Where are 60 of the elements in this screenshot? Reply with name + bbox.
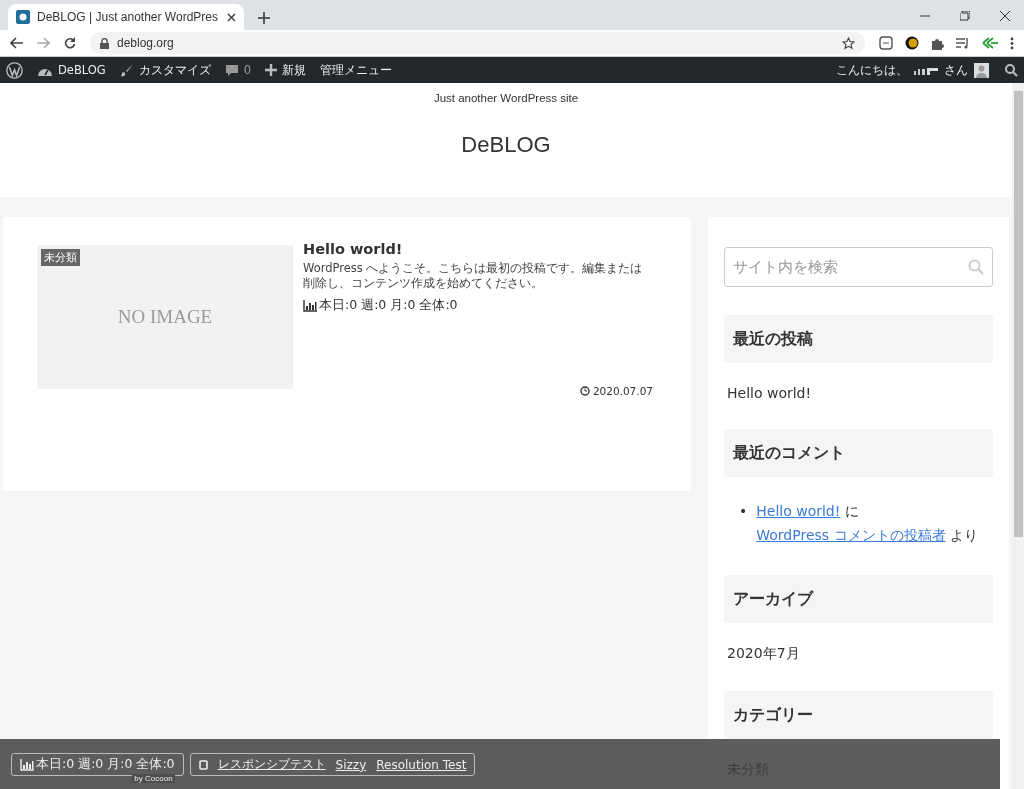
footer-link[interactable]: レスポンシブテスト xyxy=(217,756,326,773)
widget-link[interactable]: 2020年7月 xyxy=(727,645,800,663)
puzzle-icon[interactable] xyxy=(931,36,944,50)
back-arrow-icon[interactable] xyxy=(10,37,23,49)
leaf-extension-icon[interactable] xyxy=(982,37,998,49)
clock-icon xyxy=(579,386,590,396)
view-counts: 本日:0 週:0 月:0 全体:0 xyxy=(319,297,458,314)
wordpress-logo-icon[interactable] xyxy=(6,61,23,79)
avatar-icon[interactable] xyxy=(974,62,989,78)
site-favicon-icon xyxy=(16,10,30,24)
admin-bar-item[interactable]: カスタマイズ xyxy=(119,62,211,78)
post-card[interactable]: NO IMAGE 未分類 Hello world! WordPress へようこそ。こちらは最初の投稿です。編集または削除し、コンテンツ作成を始めてください。 本日:0 週:0 月:0 全体:0 2020.07.07 xyxy=(3,217,691,491)
new-tab-icon[interactable] xyxy=(258,12,270,24)
admin-bar-item[interactable]: 0 xyxy=(224,63,252,77)
bullet: • xyxy=(739,502,748,521)
playlist-icon[interactable] xyxy=(956,37,970,49)
lock-icon xyxy=(100,37,109,49)
no-image-placeholder[interactable]: NO IMAGE 未分類 xyxy=(37,245,293,389)
redacted-name-icon xyxy=(914,65,938,75)
recent-comment: Hello world! に WordPress コメントの投稿者 より xyxy=(756,502,979,545)
comment-link[interactable]: Hello world! xyxy=(756,503,841,519)
greeting-text: こんにちは、 xyxy=(836,62,908,78)
plus-icon xyxy=(265,64,278,76)
footer-link[interactable]: Sizzy xyxy=(335,757,367,772)
search-icon[interactable] xyxy=(1005,63,1018,77)
close-icon[interactable] xyxy=(1000,11,1010,21)
post-date: 2020.07.07 xyxy=(592,385,653,397)
scrollbar[interactable] xyxy=(1012,83,1024,789)
site-tagline: Just another WordPress site xyxy=(433,92,579,104)
honorific-text: さん xyxy=(944,62,968,78)
admin-bar-item[interactable]: DeBLOG xyxy=(37,63,106,77)
site-title[interactable]: DeBLOG xyxy=(461,132,551,158)
admin-bar-item[interactable]: 管理メニュー xyxy=(320,62,393,78)
search-field[interactable]: サイト内を検索 xyxy=(724,247,993,287)
more-menu-icon[interactable] xyxy=(1010,36,1014,50)
restore-icon[interactable] xyxy=(960,11,970,21)
comment-link[interactable]: WordPress コメントの投稿者 xyxy=(756,527,946,543)
browser-tab[interactable]: DeBLOG | Just another WordPres xyxy=(8,4,244,30)
star-icon[interactable] xyxy=(842,36,855,50)
reload-icon[interactable] xyxy=(64,37,76,49)
widget-heading: カテゴリー xyxy=(724,691,993,739)
comment-bubble-icon xyxy=(224,63,239,77)
bar-chart-icon xyxy=(20,758,34,771)
address-bar[interactable]: deblog.org xyxy=(90,32,865,54)
view-counts: 本日:0 週:0 月:0 全体:0 xyxy=(36,756,175,773)
credit-text: by Cocoon xyxy=(132,774,175,783)
moon-extension-icon[interactable] xyxy=(905,36,919,50)
widget-heading: 最近の投稿 xyxy=(724,315,993,363)
widget-link[interactable]: Hello world! xyxy=(727,385,812,401)
chat-extension-icon[interactable] xyxy=(879,36,893,50)
bar-chart-icon xyxy=(303,299,317,312)
widget-heading: 最近のコメント xyxy=(724,429,993,477)
close-icon[interactable] xyxy=(227,12,236,22)
widget-heading: アーカイブ xyxy=(724,575,993,623)
post-title[interactable]: Hello world! xyxy=(303,241,653,257)
square-icon xyxy=(198,759,208,770)
footer-link[interactable]: Resolution Test xyxy=(376,757,467,772)
admin-bar-item[interactable]: 新規 xyxy=(265,62,307,78)
post-excerpt: WordPress へようこそ。こちらは最初の投稿です。編集または削除し、コンテンツ作成を始めてください。 xyxy=(303,261,644,291)
category-label: 未分類 xyxy=(41,249,80,266)
